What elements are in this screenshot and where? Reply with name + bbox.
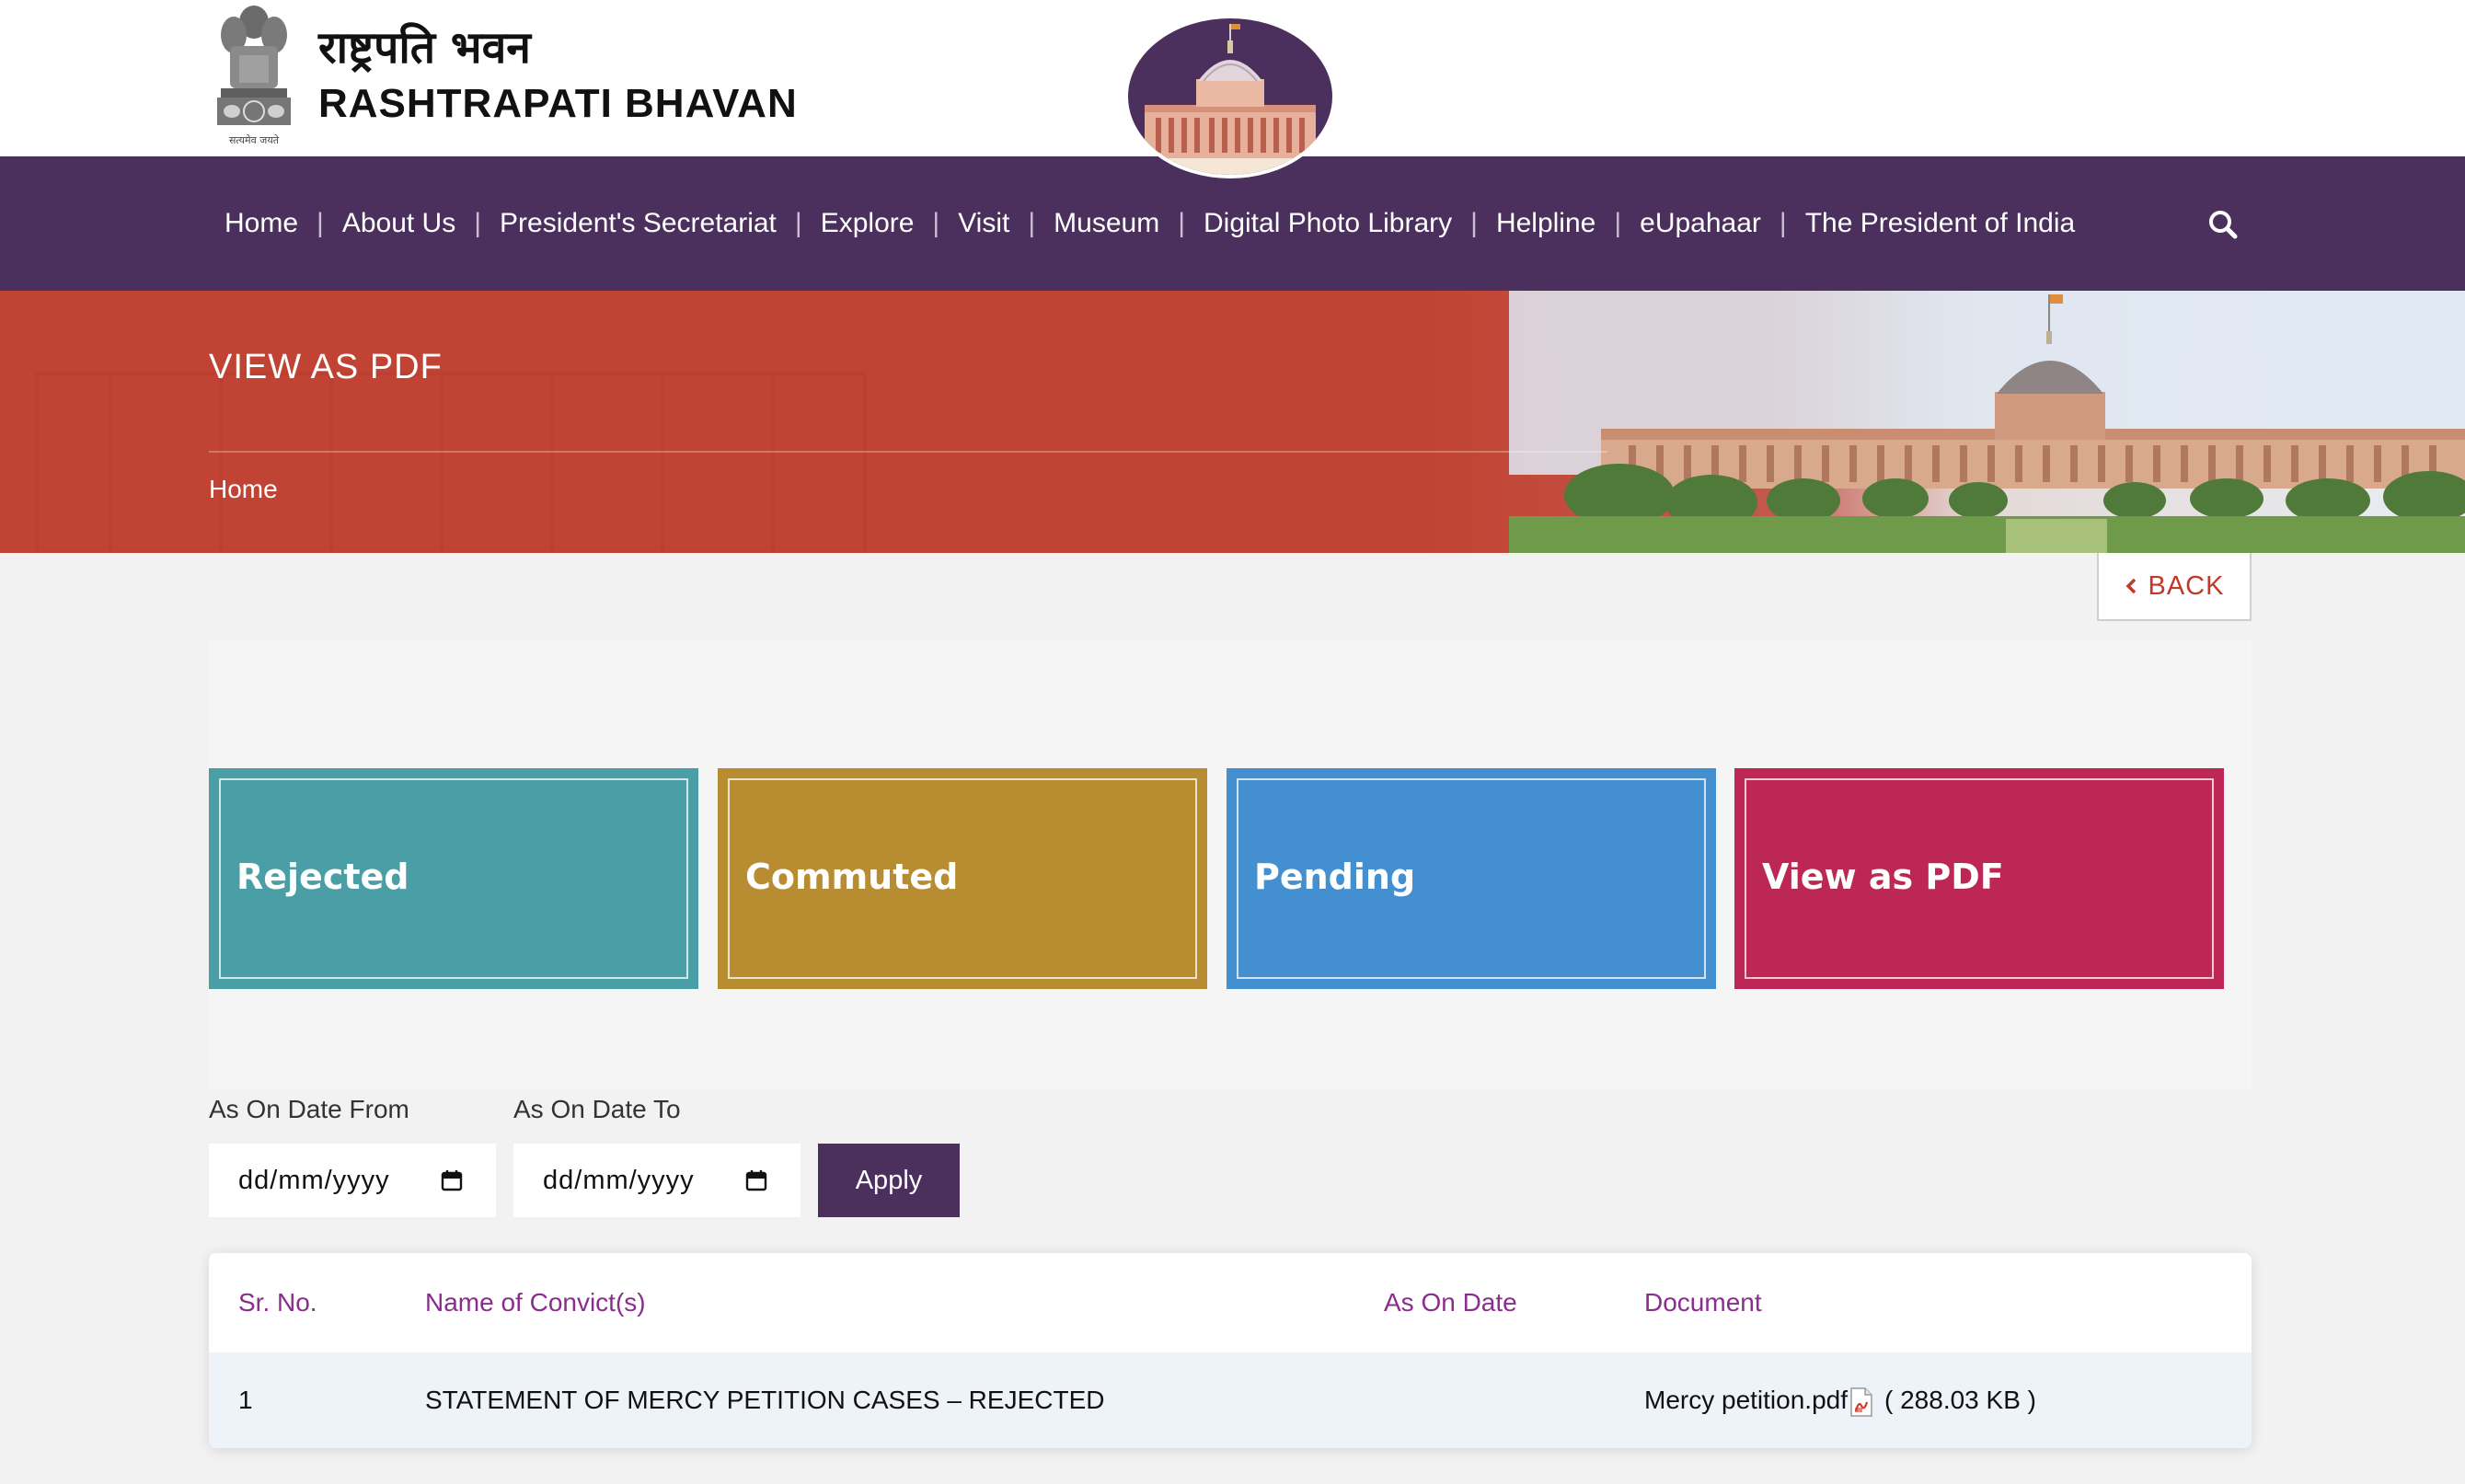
calendar-icon[interactable] — [441, 1169, 463, 1191]
nav-separator: | — [1028, 208, 1036, 238]
cell-document: Mercy petition.pdf ( 288.03 KB ) — [1644, 1386, 2036, 1417]
nav-link-home[interactable]: Home — [225, 208, 298, 239]
banner-building-image — [0, 291, 2465, 553]
nav-item-president-of-india[interactable]: The President of India — [1805, 208, 2076, 239]
nav-link-museum[interactable]: Museum — [1054, 208, 1159, 239]
column-header-sr-no: Sr. No. — [238, 1288, 317, 1317]
back-button[interactable]: BACK — [2097, 553, 2252, 621]
nav-item-presidents-secretariat[interactable]: President's Secretariat — [500, 208, 777, 239]
page-title: VIEW AS PDF — [209, 348, 443, 386]
column-header-name: Name of Convict(s) — [425, 1288, 646, 1317]
calendar-icon[interactable] — [745, 1169, 767, 1191]
tile-label: View as PDF — [1762, 857, 2004, 897]
date-to-label: As On Date To — [513, 1095, 681, 1123]
nav-item-visit[interactable]: Visit — [958, 208, 1009, 239]
tile-label: Pending — [1254, 857, 1416, 897]
nav-separator: | — [932, 208, 940, 238]
nav-item-about-us[interactable]: About Us — [342, 208, 455, 239]
document-size: ( 288.03 KB ) — [1884, 1386, 2036, 1414]
page-banner: VIEW AS PDF Home — [0, 291, 2465, 553]
nav-item-digital-photo-library[interactable]: Digital Photo Library — [1204, 208, 1452, 239]
tile-label: Rejected — [236, 857, 409, 897]
nav-item-museum[interactable]: Museum — [1054, 208, 1159, 239]
table-row: 1 STATEMENT OF MERCY PETITION CASES – RE… — [209, 1352, 2252, 1448]
date-from-label: As On Date From — [209, 1095, 409, 1123]
cell-convict-name: STATEMENT OF MERCY PETITION CASES – REJE… — [425, 1386, 1105, 1414]
brand-name-english[interactable]: RASHTRAPATI BHAVAN — [318, 81, 798, 127]
date-to-input[interactable]: dd/mm/yyyy — [513, 1144, 801, 1217]
nav-separator: | — [1614, 208, 1622, 238]
tile-pending[interactable]: Pending — [1227, 768, 1716, 989]
nav-item-helpline[interactable]: Helpline — [1496, 208, 1595, 239]
nav-item-home[interactable]: Home — [225, 208, 298, 239]
banner-divider — [209, 451, 1607, 453]
nav-link-digital-photo-library[interactable]: Digital Photo Library — [1204, 208, 1452, 239]
column-header-document: Document — [1644, 1288, 1762, 1317]
nav-link-visit[interactable]: Visit — [958, 208, 1009, 239]
search-icon[interactable] — [2205, 206, 2241, 243]
emblem-motto: सत्यमेव जयते — [229, 134, 280, 146]
nav-separator: | — [474, 208, 482, 238]
column-header-date: As On Date — [1384, 1288, 1517, 1317]
nav-separator: | — [794, 208, 802, 238]
tile-rejected[interactable]: Rejected — [209, 768, 698, 989]
nav-link-explore[interactable]: Explore — [821, 208, 915, 239]
nav-link-helpline[interactable]: Helpline — [1496, 208, 1595, 239]
chevron-left-icon — [2125, 578, 2136, 594]
cell-sr-no: 1 — [238, 1386, 253, 1414]
nav-separator: | — [1470, 208, 1478, 238]
breadcrumb-home[interactable]: Home — [209, 475, 278, 504]
pdf-file-icon[interactable] — [1849, 1386, 1873, 1417]
tile-label: Commuted — [745, 857, 959, 897]
tile-view-as-pdf[interactable]: View as PDF — [1734, 768, 2224, 989]
document-link[interactable]: Mercy petition.pdf — [1644, 1386, 1848, 1414]
brand-name-hindi[interactable]: राष्ट्रपति भवन — [318, 17, 531, 76]
nav-link-eupahaar[interactable]: eUpahaar — [1640, 208, 1761, 239]
nav-link-presidents-secretariat[interactable]: President's Secretariat — [500, 208, 777, 239]
tile-commuted[interactable]: Commuted — [718, 768, 1207, 989]
rashtrapati-bhavan-dome-logo[interactable] — [1124, 15, 1336, 178]
nav-item-explore[interactable]: Explore — [821, 208, 915, 239]
national-emblem-icon[interactable]: सत्यमेव जयते — [208, 2, 300, 149]
nav-separator: | — [317, 208, 324, 238]
back-button-label: BACK — [2148, 570, 2225, 601]
date-from-input[interactable]: dd/mm/yyyy — [209, 1144, 496, 1217]
nav-separator: | — [1779, 208, 1787, 238]
nav-separator: | — [1178, 208, 1185, 238]
nav-link-president-of-india[interactable]: The President of India — [1805, 208, 2076, 239]
date-from-value: dd/mm/yyyy — [238, 1165, 390, 1195]
table-header: Sr. No. Name of Convict(s) As On Date Do… — [209, 1253, 2252, 1352]
apply-button[interactable]: Apply — [818, 1144, 960, 1217]
date-to-value: dd/mm/yyyy — [543, 1165, 695, 1195]
results-table: Sr. No. Name of Convict(s) As On Date Do… — [209, 1253, 2252, 1448]
nav-link-about-us[interactable]: About Us — [342, 208, 455, 239]
nav-item-eupahaar[interactable]: eUpahaar — [1640, 208, 1761, 239]
